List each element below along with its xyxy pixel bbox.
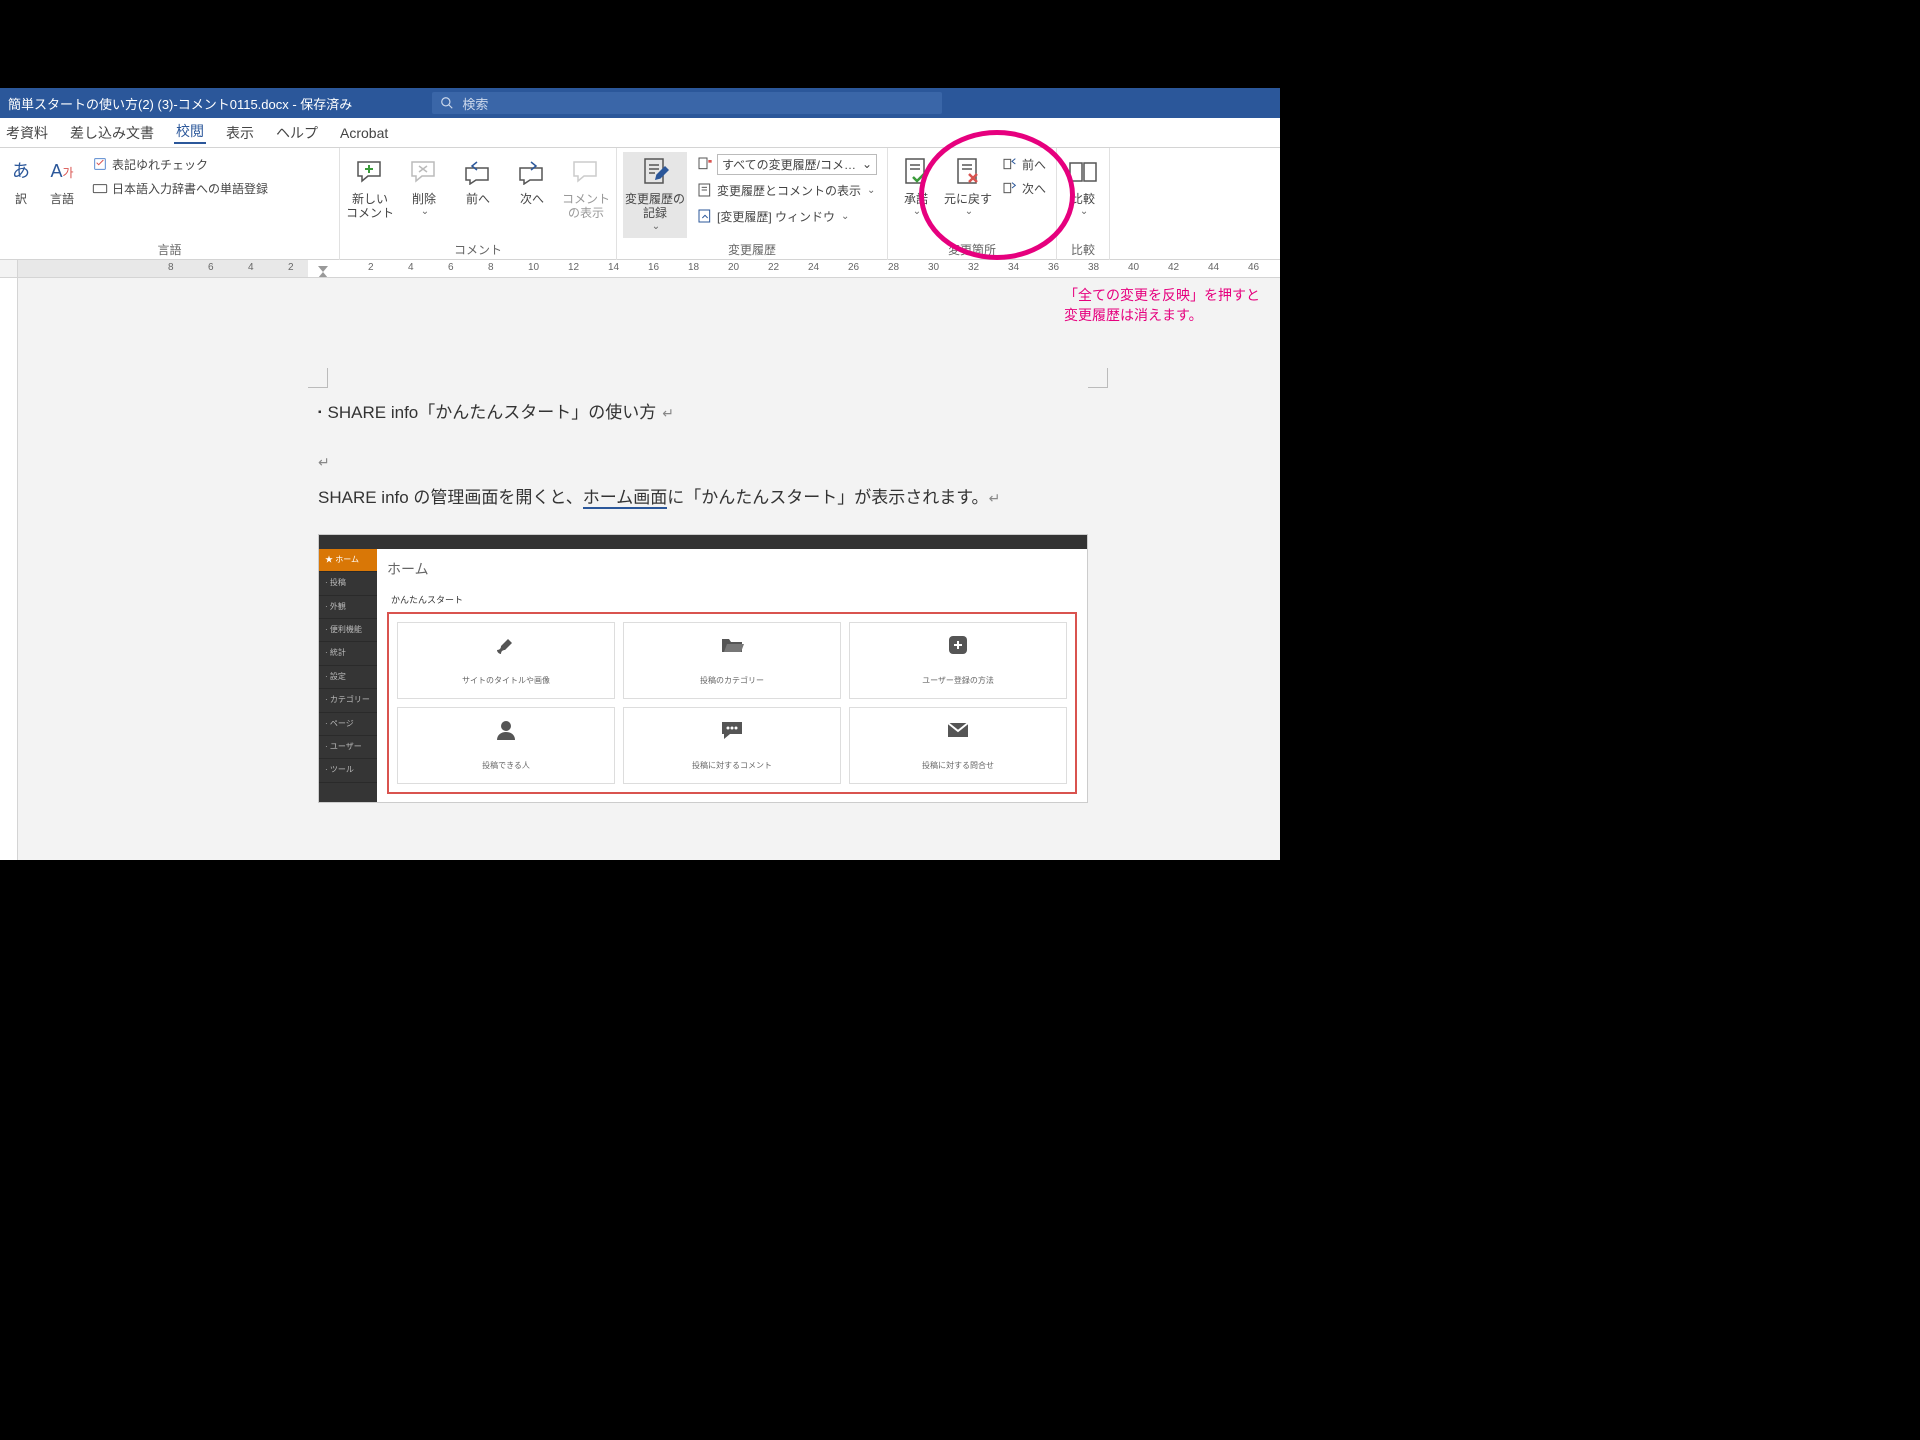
paragraph-mark: ↵ xyxy=(318,454,330,470)
new-comment-icon xyxy=(355,154,385,190)
prev-change-button[interactable]: 前へ xyxy=(998,152,1050,176)
search-icon xyxy=(440,96,454,110)
language-icon: A가 xyxy=(50,154,73,190)
tab-mailings[interactable]: 差し込み文書 xyxy=(68,123,156,143)
translate-button[interactable]: あ 訳 xyxy=(6,152,36,238)
show-comments-button: コメント の表示 xyxy=(562,152,610,238)
track-changes-button[interactable]: 変更履歴の 記録 xyxy=(623,152,687,238)
tab-references[interactable]: 考資料 xyxy=(4,123,50,143)
tab-review[interactable]: 校閲 xyxy=(174,121,206,144)
page-corner-tl xyxy=(308,368,328,388)
group-language-label: 言語 xyxy=(6,240,333,260)
embed-card: 投稿に対するコメント xyxy=(623,707,841,784)
language-button[interactable]: A가 言語 xyxy=(42,152,82,238)
markup-icon xyxy=(697,156,713,172)
next-comment-button[interactable]: 次へ xyxy=(508,152,556,238)
embed-subtitle: かんたんスタート xyxy=(387,588,1077,612)
annotation-callout: 「全ての変更を反映」を押すと 変更履歴は消えます。 xyxy=(1064,286,1260,325)
track-changes-icon xyxy=(641,154,669,190)
ruler-vertical[interactable] xyxy=(0,278,18,860)
title-bar: 簡単スタートの使い方(2) (3)-コメント0115.docx - 保存済み 検… xyxy=(0,88,1280,118)
page-corner-tr xyxy=(1088,368,1108,388)
page-area[interactable]: 「全ての変更を反映」を押すと 変更履歴は消えます。 SHARE info「かんた… xyxy=(18,278,1280,860)
group-comments: 新しい コメント 削除 前へ 次へ コメント の表示 xyxy=(340,148,617,260)
consistency-check-button[interactable]: 表記ゆれチェック xyxy=(88,152,272,176)
prev-comment-button[interactable]: 前へ xyxy=(454,152,502,238)
next-comment-icon xyxy=(517,154,547,190)
show-markup-icon xyxy=(697,182,713,198)
paragraph-mark: ↵ xyxy=(662,401,674,426)
next-change-button[interactable]: 次へ xyxy=(998,176,1050,200)
document-canvas: 「全ての変更を反映」を押すと 変更履歴は消えます。 SHARE info「かんた… xyxy=(0,278,1280,860)
embed-grid: サイトのタイトルや画像投稿のカテゴリーユーザー登録の方法投稿できる人投稿に対する… xyxy=(387,612,1077,794)
reject-button[interactable]: 元に戻す xyxy=(944,152,992,238)
reviewing-pane-icon xyxy=(697,208,713,224)
delete-comment-button[interactable]: 削除 xyxy=(400,152,448,238)
ruler-scale: 8642246810121416182022242628303234363840… xyxy=(18,260,1280,277)
document-title: 簡単スタートの使い方(2) (3)-コメント0115.docx - 保存済み xyxy=(8,94,352,113)
embedded-screenshot: ★ ホーム · 投稿· 外観· 便利機能· 統計· 設定· カテゴリー· ページ… xyxy=(318,534,1088,803)
embed-side-home: ★ ホーム xyxy=(319,549,377,572)
ruler-horizontal[interactable]: 8642246810121416182022242628303234363840… xyxy=(0,260,1280,278)
prev-comment-icon xyxy=(463,154,493,190)
prev-change-icon xyxy=(1002,156,1018,172)
document-body: SHARE info「かんたんスタート」の使い方↵ ↵ SHARE info の… xyxy=(318,398,1098,803)
group-tracking-label: 変更履歴 xyxy=(623,240,881,260)
accept-button[interactable]: 承諾 xyxy=(894,152,938,238)
translate-icon: あ xyxy=(12,154,30,190)
embed-card: サイトのタイトルや画像 xyxy=(397,622,615,699)
group-language: あ 訳 A가 言語 表記ゆれチェック 日本語入力辞書への単語登録 xyxy=(0,148,340,260)
embed-sidebar: ★ ホーム · 投稿· 外観· 便利機能· 統計· 設定· カテゴリー· ページ… xyxy=(319,549,377,802)
reject-icon xyxy=(955,154,981,190)
tab-acrobat[interactable]: Acrobat xyxy=(338,125,390,141)
embed-card: ユーザー登録の方法 xyxy=(849,622,1067,699)
group-comments-label: コメント xyxy=(346,240,610,260)
delete-comment-icon xyxy=(409,154,439,190)
keyboard-icon xyxy=(92,180,108,196)
compare-button[interactable]: 比較 xyxy=(1063,152,1103,238)
group-changes: 承諾 元に戻す 前へ 次へ 変更箇所 xyxy=(888,148,1057,260)
reviewing-pane-button[interactable]: [変更履歴] ウィンドウ xyxy=(693,204,881,228)
ribbon-tabs: 考資料 差し込み文書 校閲 表示 ヘルプ Acrobat xyxy=(0,118,1280,148)
compare-icon xyxy=(1068,154,1098,190)
embed-title: ホーム xyxy=(387,557,1077,582)
ribbon: あ 訳 A가 言語 表記ゆれチェック 日本語入力辞書への単語登録 xyxy=(0,148,1280,260)
ime-dictionary-button[interactable]: 日本語入力辞書への単語登録 xyxy=(88,176,272,200)
search-placeholder: 検索 xyxy=(462,94,488,113)
next-change-icon xyxy=(1002,180,1018,196)
group-changes-label: 変更箇所 xyxy=(894,240,1050,260)
group-tracking: 変更履歴の 記録 すべての変更履歴/コメ…⌄ 変更履歴とコメントの表示 [変更履… xyxy=(617,148,888,260)
tab-view[interactable]: 表示 xyxy=(224,123,256,143)
search-box[interactable]: 検索 xyxy=(432,92,942,114)
embed-card: 投稿できる人 xyxy=(397,707,615,784)
show-comments-icon xyxy=(571,154,601,190)
tab-help[interactable]: ヘルプ xyxy=(274,123,320,143)
new-comment-button[interactable]: 新しい コメント xyxy=(346,152,394,238)
doc-heading: SHARE info「かんたんスタート」の使い方↵ xyxy=(318,398,1098,429)
doc-paragraph: SHARE info の管理画面を開くと、ホーム画面に「かんたんスタート」が表示… xyxy=(318,483,1098,514)
accept-icon xyxy=(903,154,929,190)
display-for-review[interactable]: すべての変更履歴/コメ…⌄ xyxy=(693,152,881,176)
embed-card: 投稿に対する問合せ xyxy=(849,707,1067,784)
ruler-corner xyxy=(0,260,18,277)
check-icon xyxy=(92,156,108,172)
paragraph-mark: ↵ xyxy=(989,490,1001,506)
group-compare-label: 比較 xyxy=(1063,240,1103,260)
group-compare: 比較 比較 xyxy=(1057,148,1110,260)
show-markup-button[interactable]: 変更履歴とコメントの表示 xyxy=(693,178,881,202)
embed-card: 投稿のカテゴリー xyxy=(623,622,841,699)
